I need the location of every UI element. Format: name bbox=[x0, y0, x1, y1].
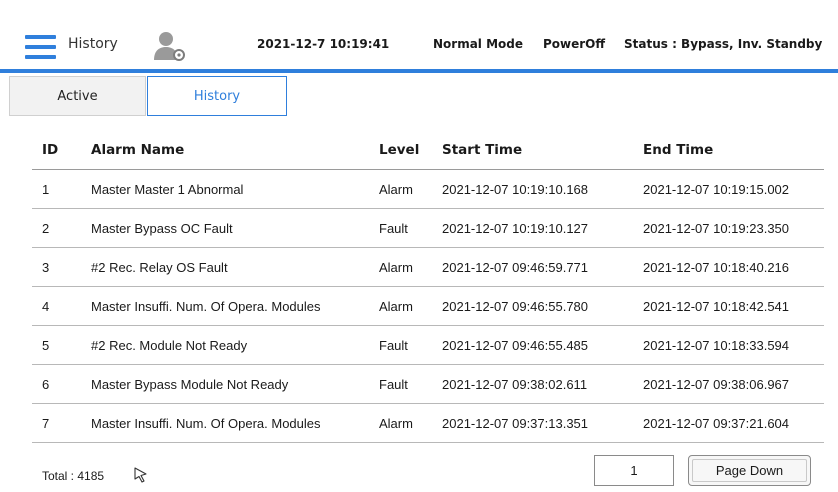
cell-alarm-name: Master Master 1 Abnormal bbox=[91, 181, 244, 197]
page-number-input[interactable]: 1 bbox=[594, 455, 674, 486]
cell-level: Fault bbox=[379, 376, 408, 392]
user-settings-icon[interactable] bbox=[152, 30, 186, 62]
header-divider bbox=[0, 69, 838, 73]
cell-level: Alarm bbox=[379, 415, 413, 431]
table-row[interactable]: 6 Master Bypass Module Not Ready Fault 2… bbox=[32, 365, 824, 404]
cell-level: Fault bbox=[379, 337, 408, 353]
tab-active[interactable]: Active bbox=[9, 76, 146, 116]
table-row[interactable]: 7 Master Insuffi. Num. Of Opera. Modules… bbox=[32, 404, 824, 443]
column-header-id: ID bbox=[42, 141, 59, 158]
table-row[interactable]: 1 Master Master 1 Abnormal Alarm 2021-12… bbox=[32, 170, 824, 209]
page-down-button[interactable]: Page Down bbox=[688, 455, 811, 486]
tab-history[interactable]: History bbox=[147, 76, 287, 116]
table-row[interactable]: 3 #2 Rec. Relay OS Fault Alarm 2021-12-0… bbox=[32, 248, 824, 287]
cell-start-time: 2021-12-07 09:46:55.780 bbox=[442, 298, 589, 314]
cell-end-time: 2021-12-07 10:19:15.002 bbox=[643, 181, 790, 197]
cell-start-time: 2021-12-07 09:37:13.351 bbox=[442, 415, 589, 431]
cell-level: Fault bbox=[379, 220, 408, 236]
column-header-end-time: End Time bbox=[643, 141, 714, 158]
cell-level: Alarm bbox=[379, 259, 413, 275]
cell-start-time: 2021-12-07 09:46:59.771 bbox=[442, 259, 589, 275]
cell-start-time: 2021-12-07 09:38:02.611 bbox=[442, 376, 588, 392]
power-display: PowerOff bbox=[543, 37, 606, 51]
mouse-pointer-icon bbox=[134, 467, 148, 483]
cell-id: 3 bbox=[42, 259, 50, 275]
cell-end-time: 2021-12-07 10:18:42.541 bbox=[643, 298, 790, 314]
cell-start-time: 2021-12-07 10:19:10.168 bbox=[442, 181, 589, 197]
datetime-display: 2021-12-7 10:19:41 bbox=[257, 37, 390, 51]
cell-id: 7 bbox=[42, 415, 50, 431]
cell-end-time: 2021-12-07 10:18:33.594 bbox=[643, 337, 790, 353]
cell-alarm-name: #2 Rec. Module Not Ready bbox=[91, 337, 248, 353]
cell-start-time: 2021-12-07 10:19:10.127 bbox=[442, 220, 589, 236]
cell-alarm-name: Master Bypass Module Not Ready bbox=[91, 376, 289, 392]
total-count: Total : 4185 bbox=[42, 469, 105, 483]
cell-end-time: 2021-12-07 10:19:23.350 bbox=[643, 220, 790, 236]
cell-alarm-name: Master Insuffi. Num. Of Opera. Modules bbox=[91, 298, 321, 314]
cell-id: 1 bbox=[42, 181, 50, 197]
mode-display: Normal Mode bbox=[433, 37, 524, 51]
table-header-row: ID Alarm Name Level Start Time End Time bbox=[32, 130, 824, 170]
cell-id: 4 bbox=[42, 298, 50, 314]
cell-level: Alarm bbox=[379, 181, 413, 197]
top-header: History 2021-12-7 10:19:41 Normal Mode P… bbox=[0, 0, 838, 72]
column-header-alarm-name: Alarm Name bbox=[91, 141, 185, 158]
cell-id: 2 bbox=[42, 220, 50, 236]
page-down-button-focus-ring bbox=[692, 459, 807, 482]
table-row[interactable]: 2 Master Bypass OC Fault Fault 2021-12-0… bbox=[32, 209, 824, 248]
cell-end-time: 2021-12-07 10:18:40.216 bbox=[643, 259, 790, 275]
cell-start-time: 2021-12-07 09:46:55.485 bbox=[442, 337, 589, 353]
column-header-level: Level bbox=[379, 141, 420, 158]
status-display: Status : Bypass, Inv. Standby bbox=[624, 37, 823, 51]
page-title: History bbox=[68, 36, 118, 52]
cell-alarm-name: Master Bypass OC Fault bbox=[91, 220, 233, 236]
cell-id: 6 bbox=[42, 376, 50, 392]
table-row[interactable]: 5 #2 Rec. Module Not Ready Fault 2021-12… bbox=[32, 326, 824, 365]
cell-level: Alarm bbox=[379, 298, 413, 314]
cell-end-time: 2021-12-07 09:37:21.604 bbox=[643, 415, 790, 431]
cell-end-time: 2021-12-07 09:38:06.967 bbox=[643, 376, 790, 392]
cell-alarm-name: Master Insuffi. Num. Of Opera. Modules bbox=[91, 415, 321, 431]
cell-alarm-name: #2 Rec. Relay OS Fault bbox=[91, 259, 228, 275]
cell-id: 5 bbox=[42, 337, 50, 353]
hamburger-menu-icon[interactable] bbox=[25, 35, 56, 62]
column-header-start-time: Start Time bbox=[442, 141, 523, 158]
table-row[interactable]: 4 Master Insuffi. Num. Of Opera. Modules… bbox=[32, 287, 824, 326]
